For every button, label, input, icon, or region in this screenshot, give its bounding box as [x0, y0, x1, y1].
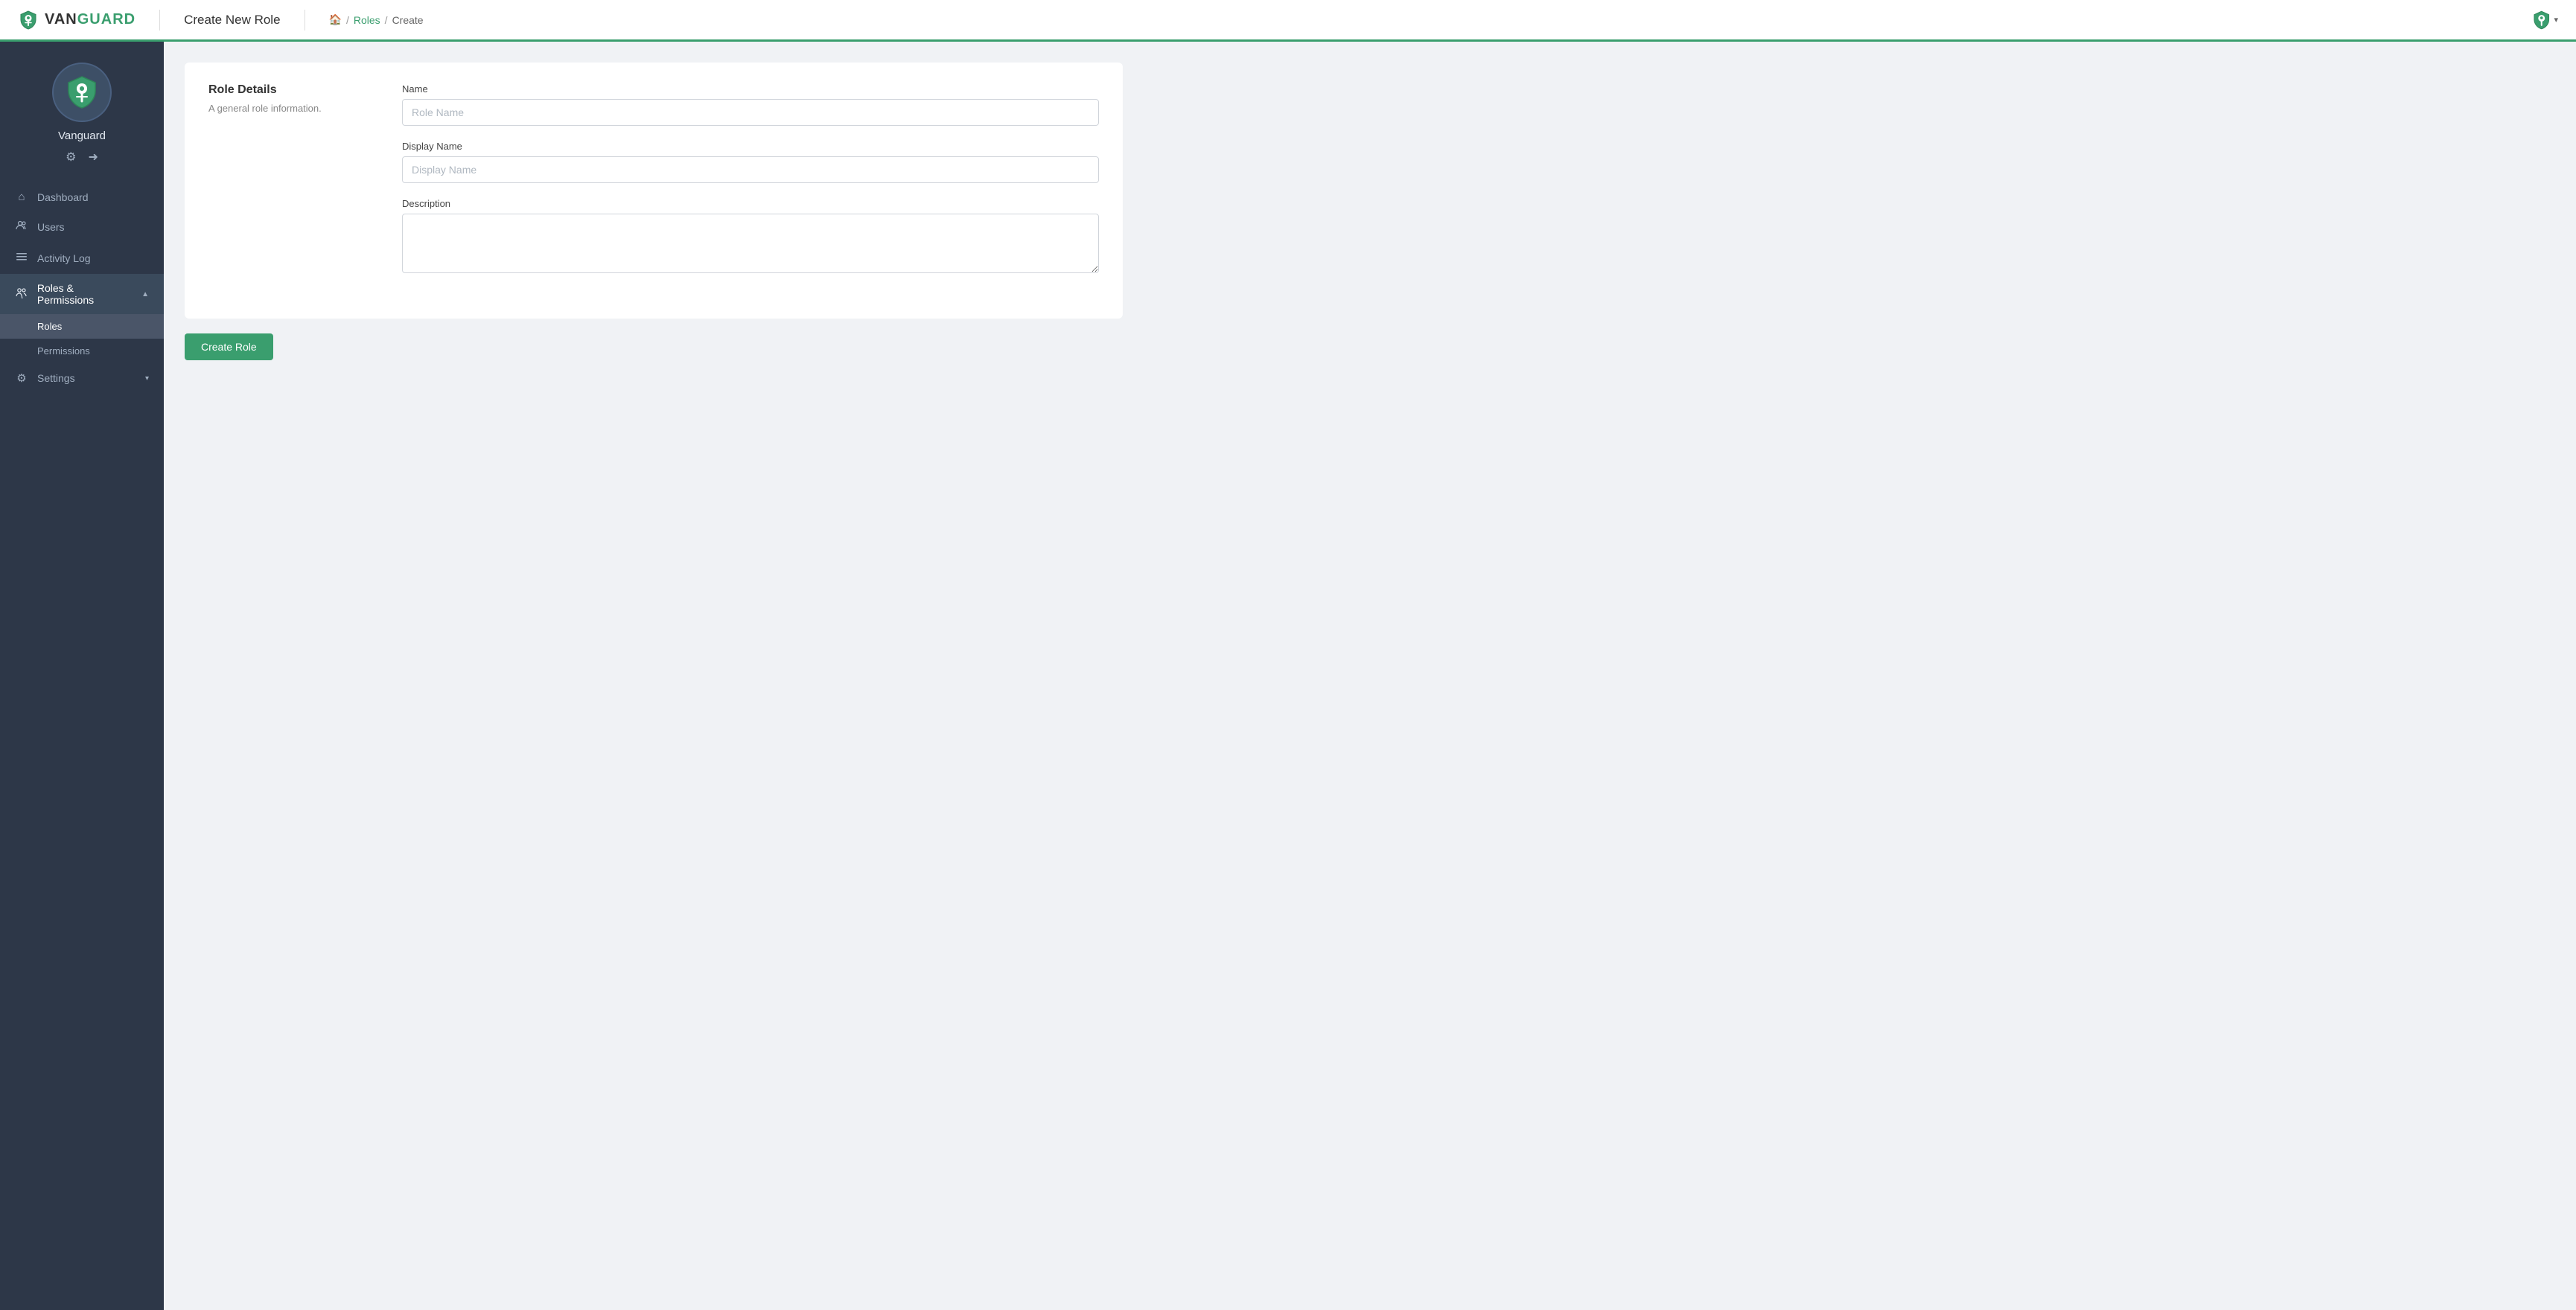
sidebar-item-label: Dashboard: [37, 191, 89, 203]
roles-chevron-icon: ▲: [141, 290, 149, 298]
breadcrumb: 🏠 / Roles / Create: [329, 13, 424, 26]
sidebar-permissions-sub-label: Permissions: [37, 345, 90, 357]
sidebar-nav: ⌂ Dashboard Users: [0, 176, 164, 1310]
sidebar-username: Vanguard: [58, 130, 106, 142]
sidebar-settings-label: Settings: [37, 372, 75, 384]
display-name-form-group: Display Name: [402, 141, 1099, 183]
sidebar-item-settings[interactable]: ⚙ Settings ▾: [0, 363, 164, 393]
sidebar-item-users[interactable]: Users: [0, 211, 164, 243]
form-section-desc: A general role information.: [208, 103, 372, 114]
form-section: Role Details A general role information.…: [208, 83, 1099, 292]
logout-icon[interactable]: ➜: [88, 150, 98, 164]
description-textarea[interactable]: [402, 214, 1099, 273]
description-form-group: Description: [402, 198, 1099, 277]
breadcrumb-sep-2: /: [385, 14, 388, 26]
sidebar-profile: Vanguard ⚙ ➜: [0, 42, 164, 176]
form-section-right: Name Display Name Description: [402, 83, 1099, 292]
activity-log-icon: [15, 251, 28, 266]
name-input[interactable]: [402, 99, 1099, 126]
form-section-left: Role Details A general role information.: [208, 83, 372, 292]
sidebar-item-roles-permissions[interactable]: Roles & Permissions ▲: [0, 274, 164, 314]
sidebar: Vanguard ⚙ ➜ ⌂ Dashboard: [0, 42, 164, 1310]
navbar-divider: [159, 10, 160, 31]
brand-text: VANGUARD: [45, 11, 136, 28]
user-dropdown-arrow: ▾: [2554, 15, 2558, 25]
settings-chevron-icon: ▾: [145, 374, 149, 383]
home-icon: ⌂: [15, 191, 28, 203]
form-section-title: Role Details: [208, 83, 372, 97]
name-form-group: Name: [402, 83, 1099, 126]
breadcrumb-current: Create: [392, 14, 424, 26]
create-role-button[interactable]: Create Role: [185, 333, 273, 360]
settings-icon[interactable]: ⚙: [66, 150, 76, 164]
user-menu-button[interactable]: ▾: [2531, 7, 2558, 33]
display-name-input[interactable]: [402, 156, 1099, 183]
breadcrumb-sep-1: /: [346, 14, 349, 26]
sidebar-roles-label: Roles & Permissions: [37, 282, 133, 306]
breadcrumb-home[interactable]: 🏠: [329, 13, 342, 26]
main-layout: Vanguard ⚙ ➜ ⌂ Dashboard: [0, 42, 2576, 1310]
sidebar-sub-item-roles[interactable]: Roles: [0, 314, 164, 339]
sidebar-roles-sub-label: Roles: [37, 321, 62, 332]
navbar: VANGUARD Create New Role 🏠 / Roles / Cre…: [0, 0, 2576, 42]
roles-icon: [15, 287, 28, 301]
page-title: Create New Role: [184, 13, 280, 28]
sidebar-item-activity-log[interactable]: Activity Log: [0, 243, 164, 274]
avatar: [52, 63, 112, 122]
avatar-shield-icon: [63, 74, 101, 111]
sidebar-activity-log-label: Activity Log: [37, 252, 91, 264]
shield-logo-icon: [18, 10, 39, 31]
content-card: Role Details A general role information.…: [185, 63, 1123, 319]
sidebar-item-dashboard[interactable]: ⌂ Dashboard: [0, 182, 164, 211]
sidebar-sub-item-permissions[interactable]: Permissions: [0, 339, 164, 363]
sidebar-users-label: Users: [37, 221, 65, 233]
brand-logo[interactable]: VANGUARD: [18, 10, 136, 31]
description-label: Description: [402, 198, 1099, 209]
display-name-label: Display Name: [402, 141, 1099, 152]
navbar-shield-icon: [2531, 10, 2551, 31]
settings-nav-icon: ⚙: [15, 371, 28, 385]
users-icon: [15, 220, 28, 234]
main-content: Role Details A general role information.…: [164, 42, 2576, 1310]
breadcrumb-roles[interactable]: Roles: [354, 14, 380, 26]
name-label: Name: [402, 83, 1099, 95]
